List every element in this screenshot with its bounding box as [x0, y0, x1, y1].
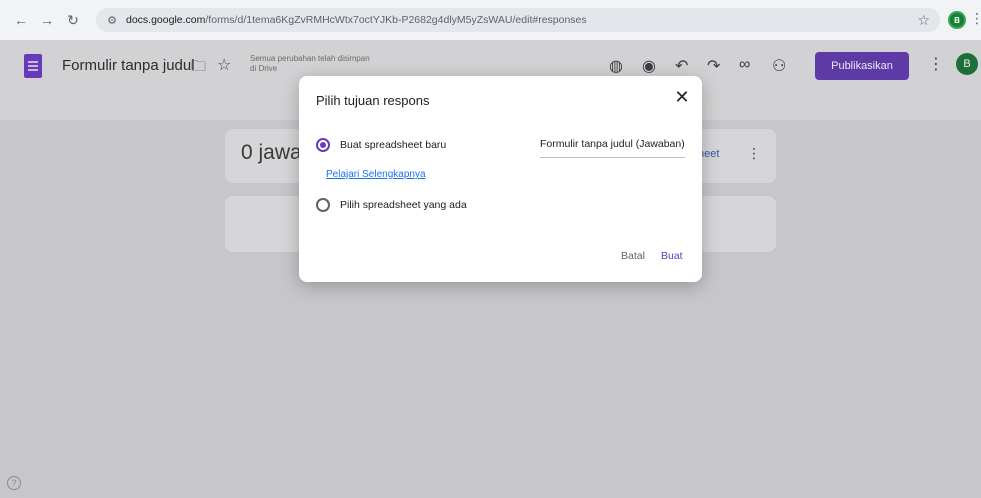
browser-toolbar: ← → ↻ ⚙ docs.google.com/forms/d/1tema6Kg…: [0, 0, 981, 40]
redo-icon[interactable]: ↷: [707, 56, 720, 76]
star-icon[interactable]: ☆: [217, 55, 231, 75]
browser-menu-icon[interactable]: ⋮: [970, 10, 981, 27]
folder-icon[interactable]: 🗀: [191, 56, 206, 81]
bookmark-star-icon[interactable]: ☆: [917, 12, 930, 29]
browser-profile-avatar[interactable]: B: [948, 11, 966, 29]
forms-logo-icon[interactable]: [24, 54, 42, 78]
back-arrow-icon[interactable]: ←: [10, 9, 32, 31]
add-collaborator-icon[interactable]: ⚇: [772, 56, 786, 76]
link-icon[interactable]: ∞: [739, 56, 750, 74]
cancel-button[interactable]: Batal: [621, 250, 645, 262]
radio-checked-icon[interactable]: [316, 138, 330, 152]
palette-icon[interactable]: ◍: [609, 56, 623, 76]
url-path: /forms/d/1tema6KgZvRMHcWtx7octYJKb-P2682…: [205, 14, 587, 26]
option-new-spreadsheet[interactable]: Buat spreadsheet baru: [316, 138, 446, 152]
radio-unchecked-icon[interactable]: [316, 198, 330, 212]
more-options-icon[interactable]: ⋮: [928, 54, 944, 74]
card-more-icon[interactable]: ⋮: [747, 145, 761, 162]
response-destination-dialog: Pilih tujuan respons ✕ Buat spreadsheet …: [299, 76, 702, 282]
new-sheet-name-input[interactable]: Formulir tanpa judul (Jawaban): [540, 138, 685, 158]
undo-icon[interactable]: ↶: [675, 56, 688, 76]
option-existing-spreadsheet[interactable]: Pilih spreadsheet yang ada: [316, 198, 467, 212]
save-status: Semua perubahan telah disimpan di Drive: [250, 54, 370, 73]
option-existing-label: Pilih spreadsheet yang ada: [340, 199, 467, 211]
forward-arrow-icon[interactable]: →: [36, 9, 58, 31]
url-text: docs.google.com/forms/d/1tema6KgZvRMHcWt…: [126, 14, 587, 26]
preview-eye-icon[interactable]: ◉: [642, 56, 656, 76]
reload-icon[interactable]: ↻: [62, 9, 84, 31]
publish-button[interactable]: Publikasikan: [815, 52, 909, 80]
help-icon[interactable]: ?: [7, 476, 21, 490]
option-new-label: Buat spreadsheet baru: [340, 139, 447, 151]
site-settings-icon[interactable]: ⚙: [104, 12, 120, 28]
url-domain: docs.google.com: [126, 14, 206, 26]
address-bar[interactable]: ⚙ docs.google.com/forms/d/1tema6KgZvRMHc…: [96, 8, 940, 32]
form-title[interactable]: Formulir tanpa judul: [62, 57, 195, 74]
close-icon[interactable]: ✕: [672, 87, 692, 107]
create-button[interactable]: Buat: [661, 250, 683, 262]
account-avatar[interactable]: B: [956, 53, 978, 75]
responses-count: 0 jawa: [241, 141, 302, 164]
dialog-title: Pilih tujuan respons: [316, 93, 430, 108]
learn-more-link[interactable]: Pelajari Selengkapnya: [326, 169, 426, 180]
